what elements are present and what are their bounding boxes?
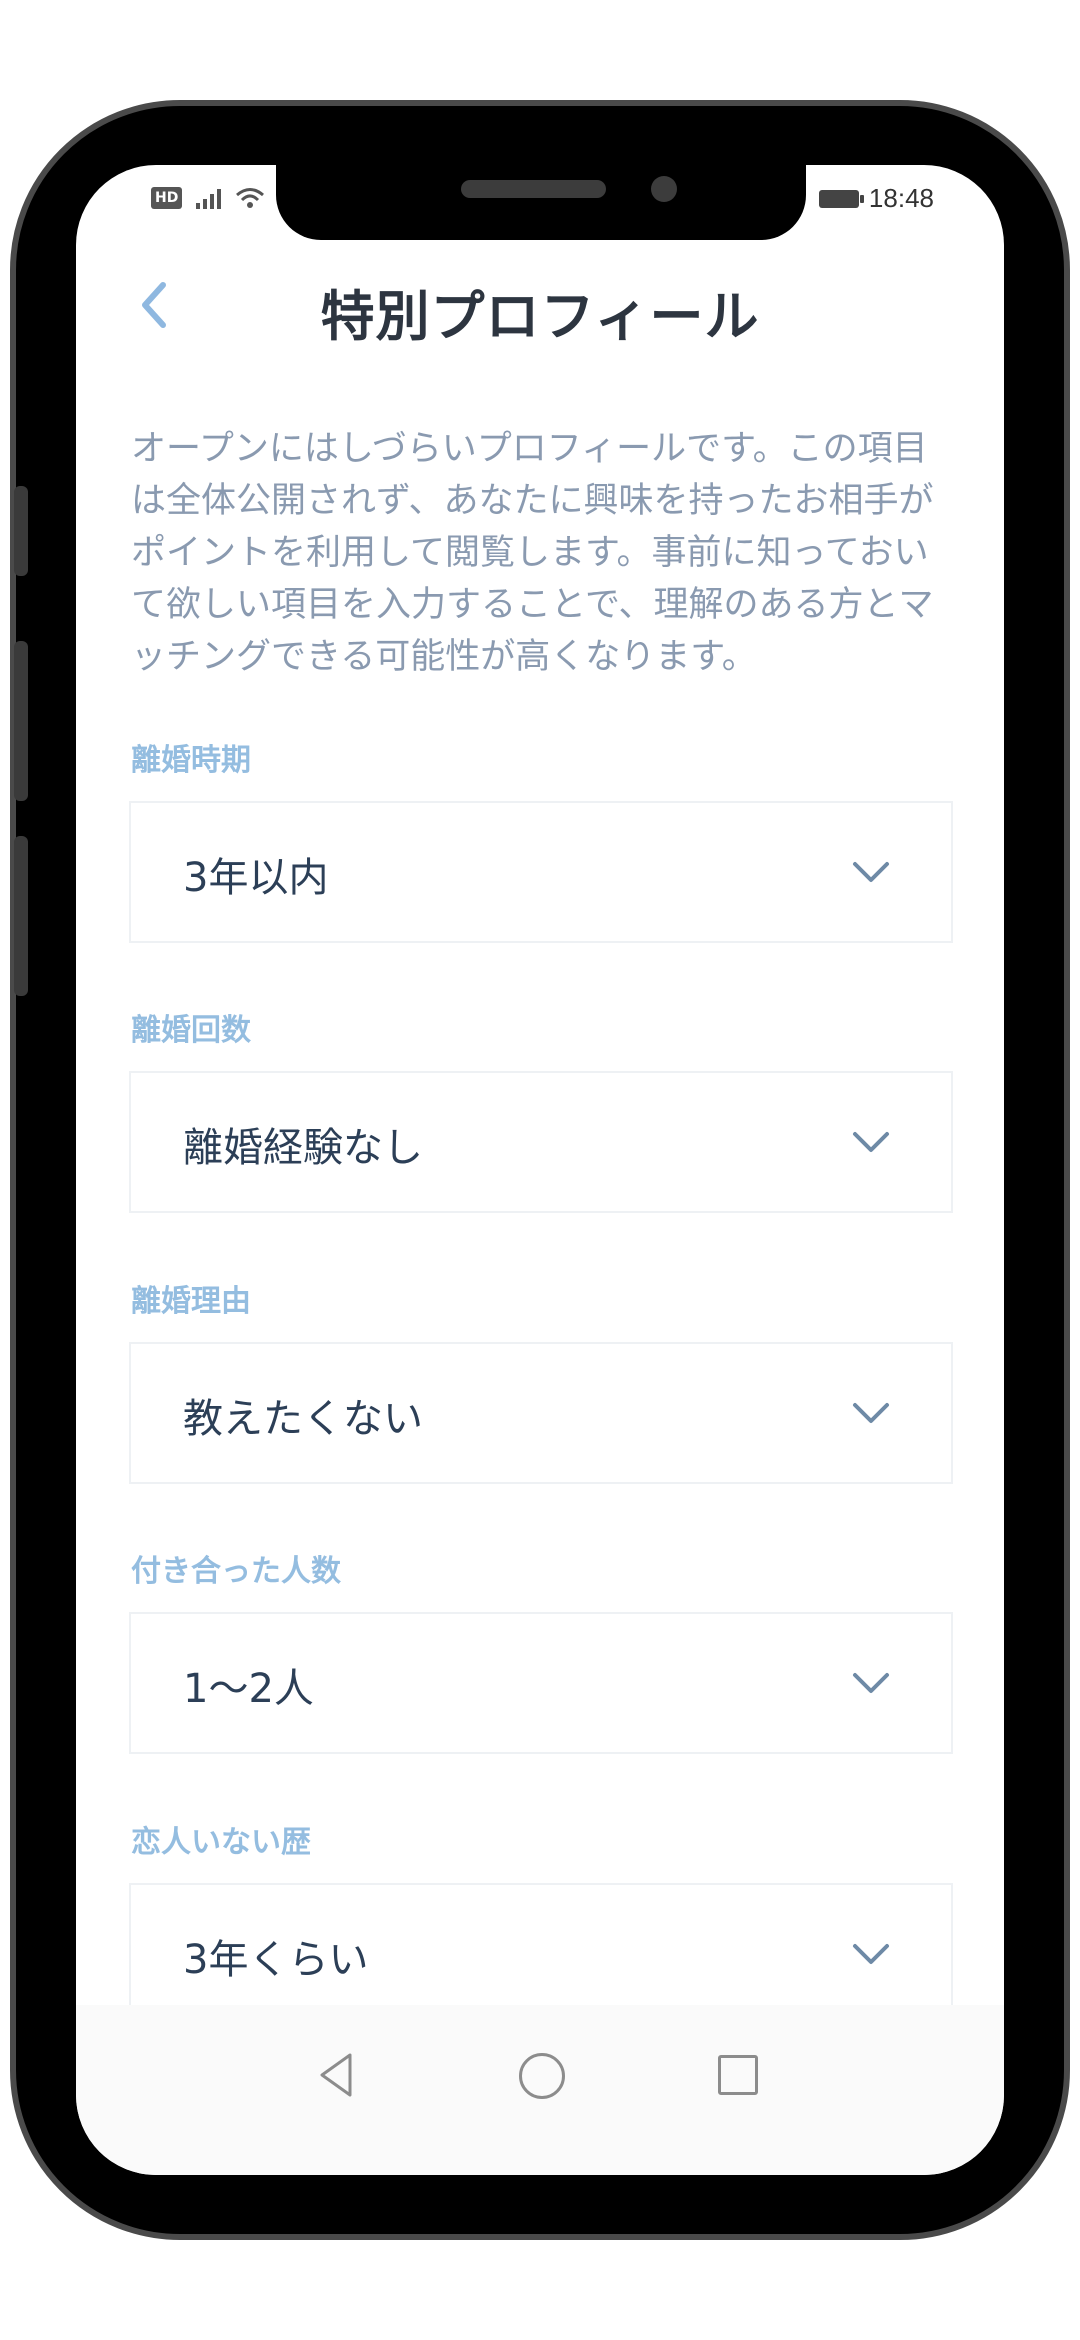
chevron-down-icon <box>853 1132 889 1152</box>
wifi-icon <box>236 188 265 208</box>
chevron-down-icon <box>853 1673 889 1693</box>
notch <box>276 165 806 240</box>
field-label-single-period: 恋人いない歴 <box>131 1825 311 1860</box>
select-divorce-reason[interactable]: 教えたくない <box>129 1342 953 1484</box>
nav-home-icon[interactable] <box>519 2053 565 2099</box>
field-label-divorce-reason: 離婚理由 <box>131 1284 251 1319</box>
page-title: 特別プロフィール <box>320 285 760 348</box>
nav-recent-icon[interactable] <box>718 2055 758 2095</box>
description-text: オープンにはしづらいプロフィールです。この項目は全体公開されず、あなたに興味を持… <box>131 429 934 677</box>
select-value: 教えたくない <box>183 1396 423 1442</box>
header: 特別プロフィール <box>76 260 1004 350</box>
status-time: 18:48 <box>868 183 934 213</box>
field-label-divorce-timing: 離婚時期 <box>131 743 251 778</box>
select-value: 3年くらい <box>183 1937 369 1983</box>
signal-icon <box>196 187 222 209</box>
field-label-divorce-count: 離婚回数 <box>131 1013 251 1048</box>
battery-icon <box>818 189 864 208</box>
select-divorce-count[interactable]: 離婚経験なし <box>129 1071 953 1213</box>
front-camera <box>651 176 677 202</box>
select-value: 1〜2人 <box>183 1666 314 1712</box>
select-value: 3年以内 <box>183 855 329 901</box>
select-divorce-timing[interactable]: 3年以内 <box>129 801 953 943</box>
app-screen: HD 18:48 特別プロフィール オープンにはしづらいプロフィールです。この項… <box>76 165 1004 2175</box>
nav-back-icon[interactable] <box>316 2051 356 2099</box>
select-single-period[interactable]: 3年くらい <box>129 1883 953 2025</box>
chevron-down-icon <box>853 862 889 882</box>
network-badge: HD <box>151 187 183 209</box>
select-value: 離婚経験なし <box>183 1125 423 1171</box>
volume-down-button <box>14 836 28 996</box>
field-label-partner-count: 付き合った人数 <box>131 1554 341 1589</box>
volume-up-button <box>14 641 28 801</box>
chevron-down-icon <box>853 1944 889 1964</box>
speaker <box>461 180 606 198</box>
side-button <box>14 486 28 576</box>
system-nav-bar <box>76 2005 1004 2175</box>
select-partner-count[interactable]: 1〜2人 <box>129 1612 953 1754</box>
chevron-down-icon <box>853 1403 889 1423</box>
